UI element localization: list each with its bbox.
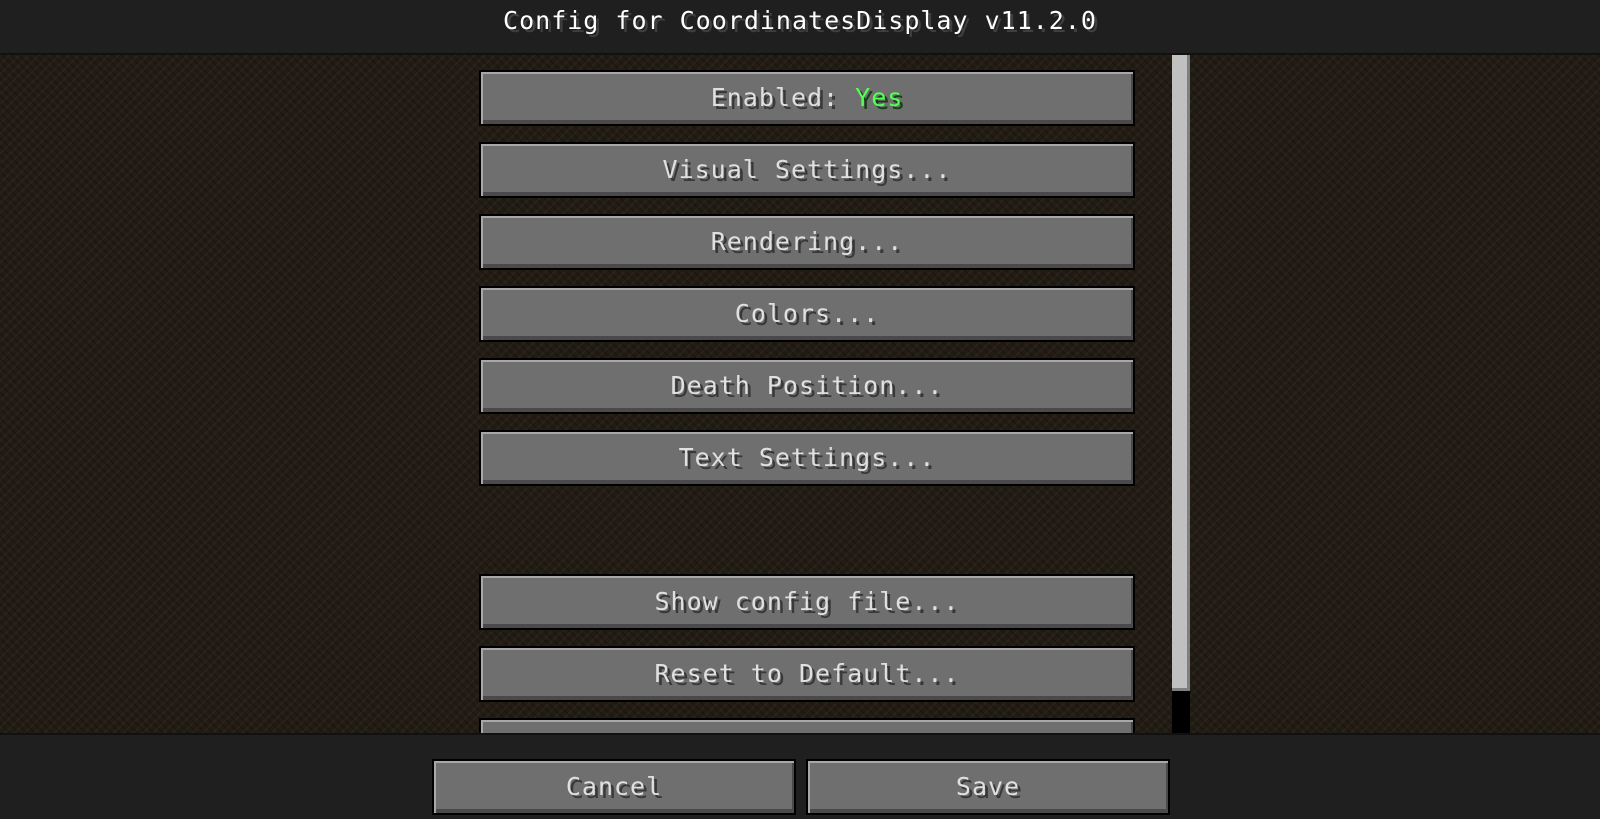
- page-title: Config for CoordinatesDisplay v11.2.0: [503, 6, 1097, 35]
- death-position-button[interactable]: Death Position...: [479, 358, 1135, 414]
- enabled-value: Yes: [855, 83, 904, 112]
- enabled-toggle-button[interactable]: Enabled: Yes: [479, 70, 1135, 126]
- cancel-button[interactable]: Cancel: [432, 759, 796, 815]
- partially-visible-button[interactable]: [479, 718, 1135, 733]
- show-config-file-button[interactable]: Show config file...: [479, 574, 1135, 630]
- enabled-label: Enabled:: [710, 83, 856, 112]
- visual-settings-button[interactable]: Visual Settings...: [479, 142, 1135, 198]
- save-button[interactable]: Save: [806, 759, 1170, 815]
- scrollbar-thumb[interactable]: [1172, 55, 1190, 691]
- colors-button[interactable]: Colors...: [479, 286, 1135, 342]
- footer-bar: Cancel Save: [0, 733, 1600, 819]
- title-bar: Config for CoordinatesDisplay v11.2.0: [0, 0, 1600, 55]
- scrollbar-track[interactable]: [1172, 55, 1190, 733]
- reset-to-default-button[interactable]: Reset to Default...: [479, 646, 1135, 702]
- config-option-list[interactable]: Enabled: Yes Visual Settings... Renderin…: [0, 55, 1600, 733]
- rendering-button[interactable]: Rendering...: [479, 214, 1135, 270]
- text-settings-button[interactable]: Text Settings...: [479, 430, 1135, 486]
